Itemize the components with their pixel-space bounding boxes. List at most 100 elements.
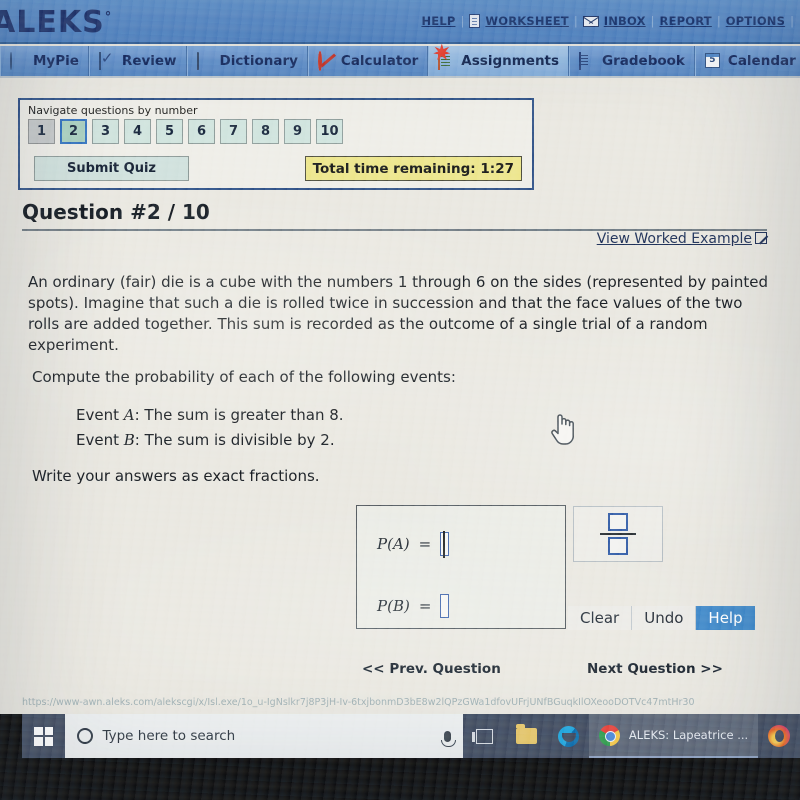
header-divider: | — [716, 14, 721, 28]
clear-button[interactable]: Clear — [568, 606, 633, 630]
probability-b-label: P(B) — [377, 597, 410, 615]
header-divider: | — [573, 14, 578, 28]
microphone-icon[interactable] — [441, 730, 457, 747]
tab-review[interactable]: Review — [88, 46, 187, 76]
header-link-worksheet[interactable]: WORKSHEET — [485, 14, 569, 28]
tab-calendar[interactable]: 5 Calendar — [694, 46, 800, 76]
answer-format-note: Write your answers as exact fractions. — [32, 467, 320, 485]
question-number-8[interactable]: 8 — [252, 119, 279, 144]
undo-button[interactable]: Undo — [632, 606, 697, 630]
question-navigation-panel: Navigate questions by number 1 2 3 4 5 6… — [18, 98, 534, 190]
question-number-4[interactable]: 4 — [124, 119, 151, 144]
calendar-icon: 5 — [704, 52, 723, 70]
help-button[interactable]: Help — [696, 606, 755, 630]
answer-tool-row: Clear Undo Help — [568, 606, 755, 630]
navigate-label: Navigate questions by number — [28, 104, 198, 117]
document-icon — [469, 14, 481, 28]
aleks-header-bar: ALEKS° HELP | WORKSHEET | INBOX | REPORT… — [0, 0, 800, 44]
tab-assignments[interactable]: Assignments — [428, 43, 570, 76]
tab-label-calendar: Calendar — [727, 53, 796, 69]
pie-icon — [10, 51, 28, 70]
chrome-icon — [598, 724, 620, 746]
question-number-2[interactable]: 2 — [60, 119, 87, 144]
aleks-logo-mark: ° — [104, 10, 113, 25]
tab-label-review: Review — [121, 53, 177, 69]
search-placeholder: Type here to search — [102, 728, 236, 744]
photo-border-bottom — [0, 758, 800, 800]
event-arg-b: B — [392, 597, 404, 615]
edge-icon[interactable] — [547, 714, 589, 758]
browser-status-url: https://www-awn.aleks.com/alekscgi/x/Isl… — [22, 697, 695, 708]
probability-a-label: P(A) — [377, 535, 410, 553]
calculator-disabled-icon — [317, 50, 336, 71]
aleks-logo: ALEKS° — [0, 5, 112, 40]
view-worked-example-label: View Worked Example — [596, 231, 752, 247]
windows-taskbar: Type here to search ALEKS: Lapeatrice ..… — [22, 714, 800, 758]
answer-row-a: P(A) = — [377, 531, 450, 558]
tab-gradebook[interactable]: Gradebook — [569, 46, 695, 76]
tab-label-assignments: Assignments — [461, 53, 560, 69]
event-b-prefix: Event — [76, 431, 124, 449]
checkmark-icon — [98, 51, 117, 70]
search-input[interactable]: Type here to search — [65, 714, 464, 758]
external-link-icon — [755, 232, 767, 244]
event-a-name: A — [123, 406, 135, 424]
tab-label-dictionary: Dictionary — [219, 53, 298, 69]
math-symbol-palette — [573, 506, 663, 562]
book-icon — [196, 51, 215, 70]
header-divider: | — [460, 14, 465, 28]
file-explorer-icon[interactable] — [505, 714, 547, 758]
event-a-prefix: Event — [76, 406, 124, 424]
tab-dictionary[interactable]: Dictionary — [186, 46, 308, 76]
header-link-report[interactable]: REPORT — [660, 14, 712, 28]
question-number-9[interactable]: 9 — [284, 119, 311, 144]
p-symbol-b: P — [377, 597, 388, 615]
answer-input-a[interactable] — [440, 531, 450, 558]
answer-input-b[interactable] — [440, 594, 450, 618]
tab-calculator[interactable]: Calculator — [307, 46, 429, 76]
photo-border-left — [0, 714, 22, 800]
header-link-options[interactable]: OPTIONS — [726, 14, 785, 28]
question-number-row: 1 2 3 4 5 6 7 8 9 10 — [28, 119, 343, 144]
fraction-numerator-box — [608, 512, 628, 531]
question-number-10[interactable]: 10 — [316, 119, 343, 144]
windows-start-icon[interactable] — [22, 714, 65, 758]
fraction-denominator-box — [608, 537, 628, 556]
header-link-inbox[interactable]: INBOX — [604, 14, 646, 28]
cortana-circle-icon — [77, 728, 94, 744]
header-link-help[interactable]: HELP — [421, 14, 455, 28]
view-worked-example-link[interactable]: View Worked Example — [597, 231, 767, 247]
header-links: HELP | WORKSHEET | INBOX | REPORT | OPTI… — [421, 14, 794, 28]
equals-sign-b: = — [418, 597, 432, 615]
header-divider: | — [650, 14, 655, 28]
question-number-5[interactable]: 5 — [156, 119, 183, 144]
answer-row-b: P(B) = — [377, 594, 450, 618]
submit-quiz-button[interactable]: Submit Quiz — [34, 156, 189, 181]
answer-entry-box: P(A) = P(B) = — [356, 505, 566, 629]
question-number-1[interactable]: 1 — [28, 119, 55, 144]
question-body-text: An ordinary (fair) die is a cube with th… — [28, 273, 768, 354]
aleks-logo-text: ALEKS — [0, 5, 105, 40]
screen-photo: ALEKS° HELP | WORKSHEET | INBOX | REPORT… — [0, 0, 800, 800]
tab-label-gradebook: Gradebook — [602, 53, 685, 69]
question-number-3[interactable]: 3 — [92, 119, 119, 144]
next-question-button[interactable]: Next Question >> — [587, 661, 723, 677]
firefox-icon[interactable] — [758, 714, 800, 758]
fraction-template-icon[interactable] — [600, 512, 636, 556]
taskbar-window-title: ALEKS: Lapeatrice ... — [628, 728, 749, 742]
task-view-icon[interactable] — [463, 714, 505, 758]
question-prompt-text: Compute the probability of each of the f… — [32, 368, 456, 386]
event-arg-a: A — [392, 535, 404, 553]
fraction-bar — [600, 532, 636, 536]
p-symbol-a: P — [377, 535, 388, 553]
envelope-icon — [582, 15, 599, 27]
event-a-text: : The sum is greater than 8. — [134, 406, 344, 424]
tab-label-mypie: MyPie — [33, 53, 79, 69]
tab-mypie[interactable]: MyPie — [0, 46, 89, 76]
prev-question-button[interactable]: << Prev. Question — [362, 661, 501, 677]
question-number-6[interactable]: 6 — [188, 119, 215, 144]
taskbar-window-chrome[interactable]: ALEKS: Lapeatrice ... — [588, 714, 759, 758]
event-b-line: Event B: The sum is divisible by 2. — [76, 431, 335, 449]
assignment-icon — [433, 43, 456, 70]
question-number-7[interactable]: 7 — [220, 119, 247, 144]
